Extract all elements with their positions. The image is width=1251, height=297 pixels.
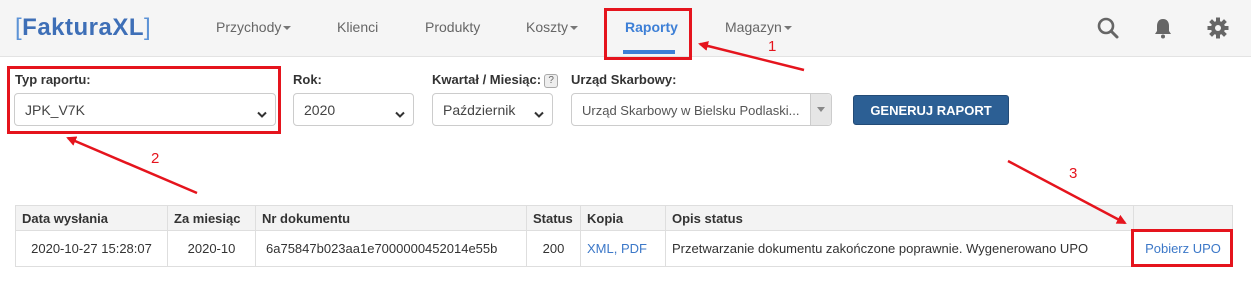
cell-doc-number: 6a75847b023aa1e7000000452014e55b: [255, 230, 527, 267]
col-header-action: [1133, 205, 1233, 231]
nav-klienci[interactable]: Klienci: [337, 19, 378, 35]
table-header-row: Data wysłania Za miesiąc Nr dokumentu St…: [15, 205, 1233, 231]
nav-koszty[interactable]: Koszty: [526, 19, 579, 35]
select-arrow-area: [810, 94, 831, 125]
caret-down-icon: [570, 26, 579, 31]
okres-value: Październik: [443, 102, 516, 118]
nav-label: Przychody: [216, 19, 282, 35]
rok-value: 2020: [304, 102, 336, 118]
table-row: 2020-10-27 15:28:07 2020-10 6a75847b023a…: [15, 230, 1233, 267]
caret-down-icon: [283, 26, 292, 31]
search-icon[interactable]: [1096, 16, 1120, 40]
nav-label: Koszty: [526, 19, 569, 35]
col-header-opis-status: Opis status: [665, 205, 1134, 231]
okres-select[interactable]: Październik: [432, 93, 553, 126]
chevron-down-icon: [395, 106, 405, 122]
nav-produkty[interactable]: Produkty: [425, 19, 480, 35]
reports-table: Data wysłania Za miesiąc Nr dokumentu St…: [15, 205, 1233, 267]
col-header-za-miesiac: Za miesiąc: [167, 205, 256, 231]
generate-report-button[interactable]: GENERUJ RAPORT: [853, 95, 1009, 125]
cell-date: 2020-10-27 15:28:07: [15, 230, 168, 267]
logo-name: FakturaXL: [22, 14, 145, 41]
annotation-box-pobierz-upo: [1131, 229, 1233, 267]
rok-label: Rok:: [293, 72, 322, 87]
gear-icon[interactable]: [1206, 16, 1230, 40]
caret-down-icon: [783, 26, 792, 31]
chevron-down-icon: [534, 106, 544, 122]
urzad-select[interactable]: Urząd Skarbowy w Bielsku Podlaski...: [571, 93, 832, 126]
urzad-value: Urząd Skarbowy w Bielsku Podlaski...: [582, 103, 800, 118]
urzad-label: Urząd Skarbowy:: [571, 72, 677, 87]
annotation-box-raporty: [604, 8, 692, 60]
annotation-number-2: 2: [151, 150, 160, 167]
bell-icon[interactable]: [1151, 16, 1175, 40]
col-header-kopia: Kopia: [580, 205, 666, 231]
okres-label-text: Kwartał / Miesiąc:: [432, 72, 542, 87]
cell-kopia-links[interactable]: XML, PDF: [580, 230, 666, 267]
nav-label: Magazyn: [725, 19, 782, 35]
cell-opis: Przetwarzanie dokumentu zakończone popra…: [665, 230, 1134, 267]
nav-magazyn[interactable]: Magazyn: [725, 19, 792, 35]
annotation-number-1: 1: [768, 38, 777, 55]
col-header-nr-dokumentu: Nr dokumentu: [255, 205, 527, 231]
arrow-2: [66, 136, 198, 195]
triangle-down-icon: [817, 107, 825, 112]
app-logo[interactable]: [FakturaXL]: [15, 14, 151, 42]
rok-select[interactable]: 2020: [293, 93, 414, 126]
help-icon[interactable]: ?: [544, 73, 559, 88]
nav-label: Produkty: [425, 19, 481, 35]
col-header-data-wyslania: Data wysłania: [15, 205, 168, 231]
cell-month: 2020-10: [167, 230, 256, 267]
okres-label: Kwartał / Miesiąc:?: [432, 72, 559, 88]
cell-status: 200: [526, 230, 581, 267]
annotation-box-typ-raportu: [7, 66, 281, 134]
annotation-number-3: 3: [1069, 165, 1078, 182]
logo-bracket-right: ]: [144, 14, 152, 41]
nav-przychody[interactable]: Przychody: [216, 19, 292, 35]
col-header-status: Status: [526, 205, 581, 231]
nav-label: Klienci: [337, 19, 379, 35]
